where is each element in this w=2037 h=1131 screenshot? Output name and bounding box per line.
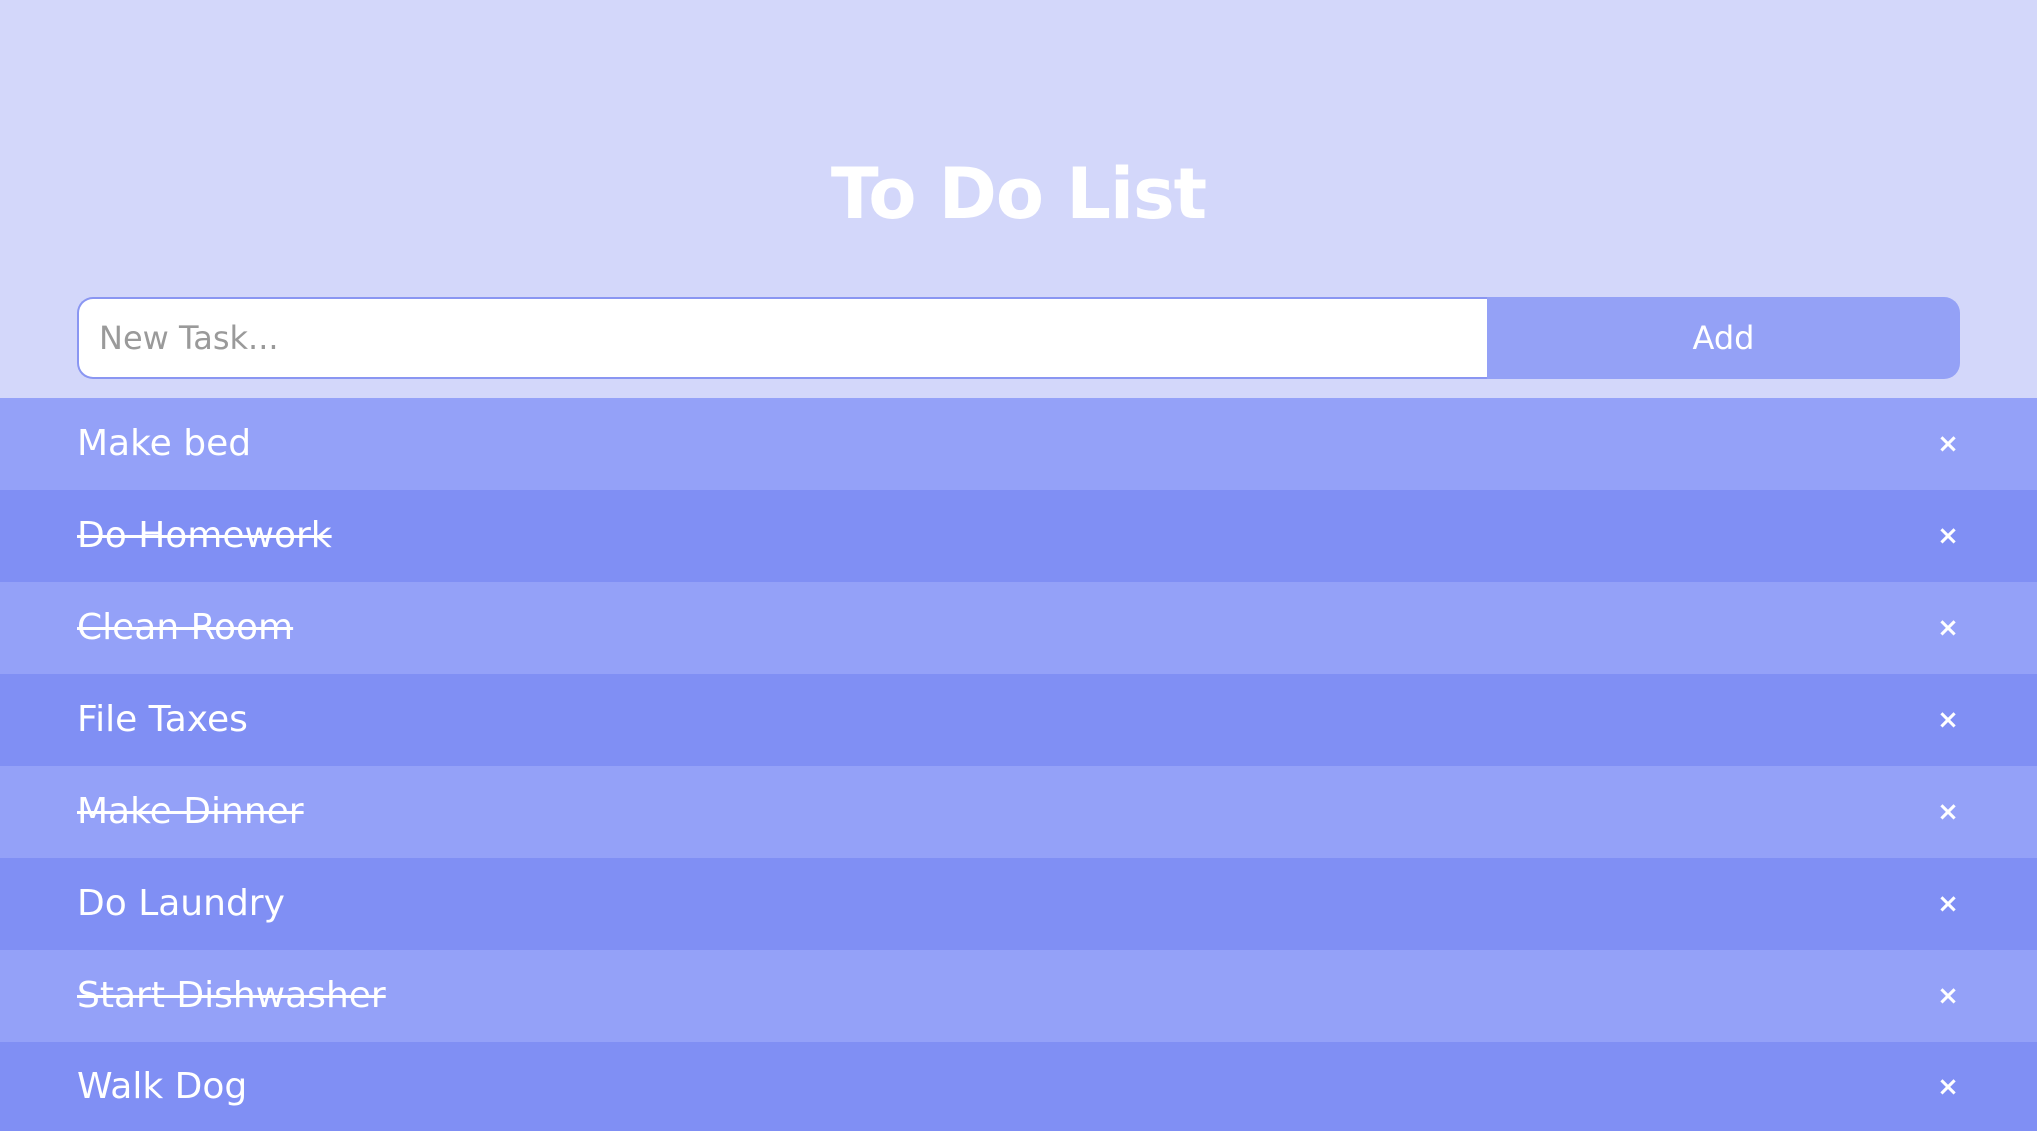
close-icon[interactable]: × [1932, 1071, 1964, 1103]
task-item[interactable]: Walk Dog × [0, 1042, 2037, 1131]
new-task-input[interactable] [77, 297, 1487, 379]
task-text: Walk Dog [77, 1065, 248, 1107]
task-text: Make Dinner [77, 791, 304, 832]
close-icon[interactable]: × [1932, 612, 1964, 644]
task-item[interactable]: Do Laundry × [0, 858, 2037, 950]
add-task-button[interactable]: Add [1487, 297, 1960, 379]
task-text: Make bed [77, 423, 252, 464]
task-item[interactable]: Make Dinner × [0, 766, 2037, 858]
add-task-form: Add [77, 297, 1960, 379]
close-icon[interactable]: × [1932, 428, 1964, 460]
task-item[interactable]: Do Homework × [0, 490, 2037, 582]
close-icon[interactable]: × [1932, 704, 1964, 736]
todo-app: To Do List Add Make bed × Do Homework × … [0, 0, 2037, 1131]
header: To Do List Add [0, 0, 2037, 398]
task-item[interactable]: Start Dishwasher × [0, 950, 2037, 1042]
task-text: Start Dishwasher [77, 975, 386, 1016]
task-text: File Taxes [77, 699, 248, 740]
task-item[interactable]: File Taxes × [0, 674, 2037, 766]
task-item[interactable]: Clean Room × [0, 582, 2037, 674]
close-icon[interactable]: × [1932, 980, 1964, 1012]
page-title: To Do List [830, 153, 1207, 235]
task-text: Do Homework [77, 515, 332, 556]
task-text: Clean Room [77, 607, 294, 648]
close-icon[interactable]: × [1932, 796, 1964, 828]
close-icon[interactable]: × [1932, 520, 1964, 552]
task-list: Make bed × Do Homework × Clean Room × Fi… [0, 398, 2037, 1131]
task-item[interactable]: Make bed × [0, 398, 2037, 490]
task-text: Do Laundry [77, 883, 285, 924]
close-icon[interactable]: × [1932, 888, 1964, 920]
